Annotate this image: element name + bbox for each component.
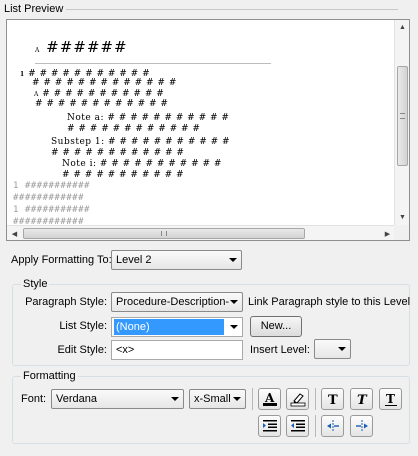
paragraph-style-dropdown[interactable]: Procedure-Description- (111, 292, 243, 312)
chevron-down-icon (338, 347, 346, 351)
chevron-down-icon (233, 397, 241, 401)
text-color-icon: A (262, 391, 277, 406)
toolbar-separator (252, 388, 253, 410)
preview-line: A # # # # # # # # # # # (34, 89, 165, 99)
bold-button[interactable]: T (321, 388, 344, 410)
indent-text-button[interactable] (258, 415, 281, 437)
edit-style-label: Edit Style: (57, 344, 107, 356)
preview-line: # # # # # # # # # # # # (67, 124, 201, 134)
svg-text:A: A (264, 391, 275, 405)
new-list-style-button[interactable]: New... (250, 316, 302, 337)
highlight-button[interactable] (286, 388, 309, 410)
align-indent-icon (262, 420, 277, 432)
toolbar-separator (315, 388, 316, 410)
scroll-left-icon[interactable]: ◀ (7, 226, 22, 241)
chevron-down-icon (230, 325, 238, 329)
underline-button[interactable]: T (379, 388, 402, 410)
list-style-dropdown[interactable]: (None) (111, 317, 243, 337)
grip-icon (161, 231, 167, 236)
underline-icon: T (384, 392, 397, 406)
increase-indent-icon (355, 420, 368, 432)
preview-line: # # # # # # # # # # # # (51, 148, 185, 158)
svg-text:T: T (328, 393, 338, 407)
font-size-value: x-Small (194, 393, 231, 405)
horizontal-scrollbar[interactable]: ◀ ▶ (7, 225, 395, 240)
align-outdent-icon (290, 420, 305, 432)
decrease-indent-icon (326, 420, 339, 432)
font-size-dropdown[interactable]: x-Small (189, 389, 246, 409)
insert-level-dropdown[interactable] (314, 339, 351, 359)
svg-text:T: T (386, 392, 395, 406)
chevron-down-icon (229, 258, 237, 262)
toolbar-separator (315, 415, 316, 437)
font-dropdown[interactable]: Verdana (51, 389, 184, 409)
preview-line: ############ (13, 193, 85, 203)
bold-icon: T (328, 393, 338, 407)
chevron-down-icon (171, 397, 179, 401)
preview-line: # # # # # # # # # # # # # (32, 78, 177, 88)
list-preview-divider (66, 9, 398, 10)
preview-line: ############ (13, 217, 85, 225)
preview-line: Substep 1: # # # # # # # # # # # (51, 137, 231, 147)
preview-line: 1 ########### (13, 181, 90, 191)
preview-rule (35, 63, 271, 64)
text-color-button[interactable]: A (258, 388, 281, 410)
scroll-right-icon[interactable]: ▶ (380, 226, 395, 241)
link-paragraph-style-label[interactable]: Link Paragraph style to this Level (248, 296, 410, 308)
edit-style-input[interactable]: <x> (111, 340, 243, 360)
highlight-icon (290, 393, 305, 407)
insert-level-label: Insert Level: (250, 344, 310, 356)
apply-formatting-label: Apply Formatting To: (11, 254, 112, 266)
font-label: Font: (21, 393, 47, 405)
style-group-title: Style (21, 278, 50, 290)
italic-button[interactable]: T (350, 388, 373, 410)
vertical-scroll-thumb[interactable] (397, 66, 408, 166)
font-value: Verdana (56, 393, 97, 405)
preview-line: A ###### (35, 38, 128, 56)
horizontal-scroll-thumb[interactable] (23, 228, 305, 239)
apply-formatting-dropdown[interactable]: Level 2 (111, 250, 242, 270)
scroll-up-icon[interactable]: ▲ (395, 20, 410, 35)
preview-line: # # # # # # # # # # # # (35, 99, 169, 109)
increase-indent-button[interactable] (350, 415, 373, 437)
paragraph-style-value: Procedure-Description- (116, 296, 230, 308)
formatting-group-title: Formatting (21, 370, 78, 382)
preview-line: # # # # # # # # # # # (62, 170, 185, 180)
preview-line: Note a: # # # # # # # # # # # (67, 113, 230, 123)
chevron-down-icon (230, 300, 238, 304)
outdent-text-button[interactable] (286, 415, 309, 437)
list-preview-title: List Preview (4, 3, 64, 15)
svg-text:T: T (357, 393, 368, 407)
paragraph-style-label: Paragraph Style: (25, 296, 107, 308)
scroll-corner (394, 225, 409, 240)
vertical-scrollbar[interactable]: ▲ ▼ (394, 20, 409, 225)
apply-formatting-value: Level 2 (116, 254, 152, 266)
preview-line: Note i: # # # # # # # # # # # (62, 159, 222, 169)
list-style-value: (None) (114, 319, 224, 335)
scroll-down-icon[interactable]: ▼ (395, 210, 410, 225)
italic-icon: T (357, 393, 368, 407)
grip-icon (400, 113, 405, 119)
list-style-label: List Style: (59, 320, 107, 332)
decrease-indent-button[interactable] (321, 415, 344, 437)
list-preview-pane[interactable]: A ###### 1 # # # # # # # # # # # # # # #… (6, 19, 410, 241)
preview-line: 1 ########### (13, 205, 90, 215)
list-preview-content: A ###### 1 # # # # # # # # # # # # # # #… (7, 20, 395, 225)
